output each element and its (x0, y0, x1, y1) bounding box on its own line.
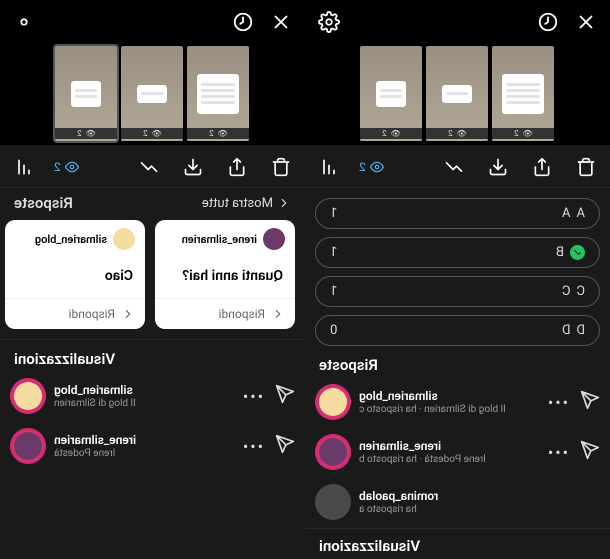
more-icon[interactable]: ••• (241, 437, 263, 456)
viewer-row[interactable]: ••• irene_silmarienIrene Podestà (10, 428, 295, 464)
promote-icon[interactable] (440, 153, 468, 181)
share-icon[interactable] (223, 153, 251, 181)
poll-options: AA 1 B 1 CC 1 DD 0 (305, 188, 610, 346)
poll-option[interactable]: B 1 (315, 237, 600, 268)
avatar[interactable] (315, 434, 351, 470)
show-all-row[interactable]: Mostra tutte Risposte (0, 188, 305, 214)
question-text: Ciao (5, 258, 145, 298)
left-panel: 👁2 👁2 👁2 2 AA 1 (305, 0, 610, 542)
reply-button[interactable]: Rispondi (155, 298, 295, 329)
risposte-heading: Risposte (305, 346, 610, 380)
more-icon[interactable]: ••• (546, 393, 568, 412)
response-row[interactable]: romina_paolabha risposto a (315, 484, 600, 520)
stories-thumbnails: 👁2 👁2 👁2 (0, 44, 305, 145)
chevron-left-icon (271, 307, 285, 321)
avatar[interactable] (10, 378, 46, 414)
viewer-row[interactable]: ••• silmarien_blogIl blog di Silmarien (10, 378, 295, 414)
download-icon[interactable] (484, 153, 512, 181)
download-icon[interactable] (179, 153, 207, 181)
views-count[interactable]: 2 (359, 160, 384, 174)
topbar (305, 0, 610, 44)
settings-icon[interactable] (315, 8, 343, 36)
close-icon[interactable] (267, 8, 295, 36)
avatar[interactable] (10, 428, 46, 464)
poll-option[interactable]: AA 1 (315, 198, 600, 229)
highlight-icon[interactable] (534, 8, 562, 36)
views-count[interactable]: 2 (54, 160, 79, 174)
avatar (263, 228, 285, 250)
chevron-left-icon (277, 196, 291, 210)
send-icon[interactable] (275, 434, 295, 458)
story-thumb[interactable]: 👁2 (361, 46, 423, 141)
send-icon[interactable] (275, 384, 295, 408)
avatar (113, 228, 135, 250)
visualizzazioni-heading: Visualizzazioni (305, 528, 610, 559)
poll-option[interactable]: DD 0 (315, 315, 600, 346)
story-thumb[interactable]: 👁2 (56, 46, 118, 141)
story-thumb[interactable]: 👁2 (122, 46, 184, 141)
story-thumb[interactable]: 👁2 (188, 46, 250, 141)
stats-icon[interactable] (315, 153, 343, 181)
question-card[interactable]: irene_silmarien Quanti anni hai? Rispond… (155, 220, 295, 329)
visualizzazioni-heading: Visualizzazioni (0, 339, 305, 374)
stats-icon[interactable] (10, 153, 38, 181)
poll-option[interactable]: CC 1 (315, 276, 600, 307)
responses-list: ••• silmarien_blogIl blog di Silmarien ·… (305, 380, 610, 520)
action-toolbar: 2 (305, 145, 610, 188)
response-row[interactable]: ••• irene_silmarienIrene Podestà · ha ri… (315, 434, 600, 470)
avatar[interactable] (315, 484, 351, 520)
avatar[interactable] (315, 384, 351, 420)
action-toolbar: 2 (0, 145, 305, 188)
trash-icon[interactable] (267, 153, 295, 181)
story-thumb[interactable]: 👁2 (493, 46, 555, 141)
trash-icon[interactable] (572, 153, 600, 181)
settings-icon[interactable] (10, 8, 38, 36)
more-icon[interactable]: ••• (241, 387, 263, 406)
share-icon[interactable] (528, 153, 556, 181)
story-thumb[interactable]: 👁2 (427, 46, 489, 141)
highlight-icon[interactable] (229, 8, 257, 36)
viewers-list: ••• silmarien_blogIl blog di Silmarien •… (0, 374, 305, 464)
question-card[interactable]: silmarien_blog Ciao Rispondi (5, 220, 145, 329)
promote-icon[interactable] (135, 153, 163, 181)
risposte-heading: Risposte (14, 194, 73, 212)
check-icon (570, 245, 585, 260)
topbar (0, 0, 305, 44)
question-text: Quanti anni hai? (155, 258, 295, 298)
response-row[interactable]: ••• silmarien_blogIl blog di Silmarien ·… (315, 384, 600, 420)
chevron-left-icon (121, 307, 135, 321)
send-icon[interactable] (580, 440, 600, 464)
question-cards: irene_silmarien Quanti anni hai? Rispond… (0, 214, 305, 333)
stories-thumbnails: 👁2 👁2 👁2 (305, 44, 610, 145)
send-icon[interactable] (580, 390, 600, 414)
close-icon[interactable] (572, 8, 600, 36)
more-icon[interactable]: ••• (546, 443, 568, 462)
reply-button[interactable]: Rispondi (5, 298, 145, 329)
right-panel: 👁2 👁2 👁2 2 Mostra tutte (0, 0, 305, 542)
